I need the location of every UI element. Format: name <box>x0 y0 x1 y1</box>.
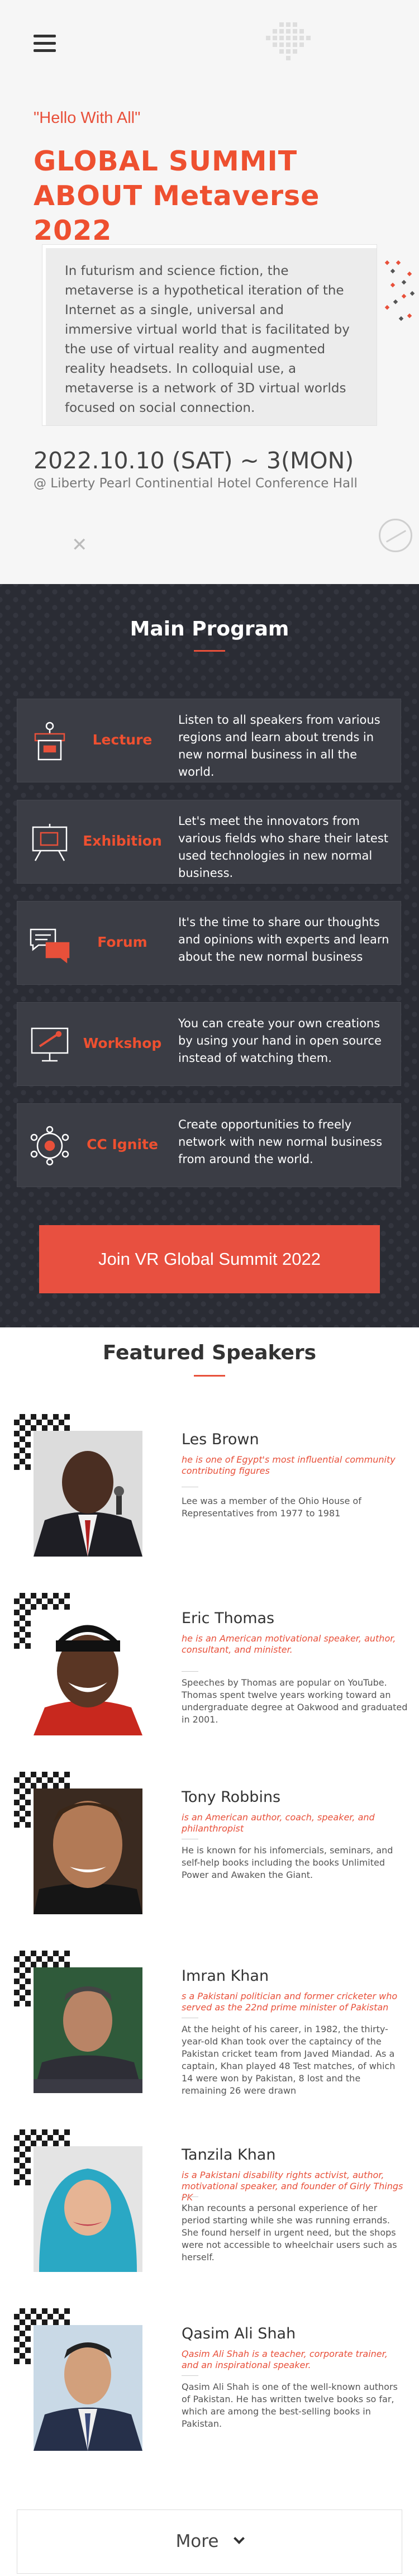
page-title: GLOBAL SUMMIT ABOUT Metaverse 2022 <box>34 145 320 246</box>
intro-text: In futurism and science fiction, the met… <box>42 244 377 426</box>
speaker-card[interactable]: Eric Thomas he is an American motivation… <box>0 1593 419 1761</box>
speaker-card[interactable]: Les Brown he is one of Egypt's most infl… <box>0 1414 419 1582</box>
network-icon <box>30 1126 69 1166</box>
speaker-bio: Khan recounts a personal experience of h… <box>182 2203 397 2262</box>
program-card-workshop[interactable]: Workshop You can create your own creatio… <box>17 1002 401 1086</box>
speaker-role: is an American author, coach, speaker, a… <box>182 1812 375 1834</box>
program-card-exhibition[interactable]: Exhibition Let's meet the innovators fro… <box>17 800 401 884</box>
speaker-role: s a Pakistani politician and former cric… <box>182 1991 398 2013</box>
program-label: Lecture <box>92 732 153 748</box>
speaker-role: Qasim Ali Shah is a teacher, corporate t… <box>182 2349 388 2370</box>
speaker-role: he is one of Egypt's most influential co… <box>182 1454 396 1476</box>
main-program-section: Main Program Lecture Listen to all speak… <box>0 584 419 1327</box>
menu-icon[interactable] <box>34 34 56 54</box>
speaker-photo <box>34 1610 142 1735</box>
greeting-text: "Hello With All" <box>34 109 141 127</box>
speaker-name: Tony Robbins <box>182 1789 281 1806</box>
chat-bubbles-icon <box>30 928 70 964</box>
section-heading: Featured Speakers <box>102 1341 317 1364</box>
speaker-photo <box>34 1431 142 1557</box>
easel-icon <box>32 824 68 861</box>
program-label: Workshop <box>83 1035 162 1051</box>
speaker-name: Les Brown <box>182 1431 259 1448</box>
join-summit-button[interactable]: Join VR Global Summit 2022 <box>39 1225 380 1293</box>
program-description: Let's meet the innovators from various f… <box>178 814 389 880</box>
speaker-bio: Speeches by Thomas are popular on YouTub… <box>182 1677 408 1725</box>
more-button[interactable]: More <box>17 2509 402 2574</box>
speaker-role: he is an American motivational speaker, … <box>182 1633 396 1655</box>
lectern-icon <box>34 722 65 761</box>
speaker-card[interactable]: Qasim Ali Shah Qasim Ali Shah is a teach… <box>0 2308 419 2476</box>
decorative-cross-icon: ✕ <box>72 534 88 556</box>
speaker-name: Eric Thomas <box>182 1610 275 1627</box>
program-card-lecture[interactable]: Lecture Listen to all speakers from vari… <box>17 699 401 782</box>
speaker-photo <box>34 2146 142 2272</box>
event-date: 2022.10.10 (SAT) ~ 3(MON) <box>34 447 354 474</box>
speaker-name: Imran Khan <box>182 1967 269 1985</box>
heading-underline <box>194 1375 225 1377</box>
speaker-name: Qasim Ali Shah <box>182 2325 296 2342</box>
program-description: It's the time to share our thoughts and … <box>178 915 389 964</box>
program-label: CC Ignite <box>87 1136 158 1152</box>
program-label: Forum <box>97 934 147 950</box>
decorative-dots <box>384 260 415 321</box>
heading-underline <box>194 650 225 652</box>
decorative-circle-icon <box>379 519 412 552</box>
program-card-forum[interactable]: Forum It's the time to share our thought… <box>17 901 401 985</box>
divider <box>182 2375 198 2376</box>
program-card-cc-ignite[interactable]: CC Ignite Create opportunities to freely… <box>17 1103 401 1187</box>
speaker-bio: Lee was a member of the Ohio House of Re… <box>182 1496 361 1519</box>
speaker-bio: At the height of his career, in 1982, th… <box>182 2024 396 2096</box>
speaker-name: Tanzila Khan <box>182 2146 276 2164</box>
divider <box>182 1671 198 1672</box>
speaker-role: is a Pakistani disability rights activis… <box>182 2170 403 2203</box>
whiteboard-icon <box>31 1027 69 1062</box>
speaker-card[interactable]: Tony Robbins is an American author, coac… <box>0 1772 419 1939</box>
speaker-bio: Qasim Ali Shah is one of the well-known … <box>182 2382 398 2429</box>
decorative-pattern <box>266 22 311 60</box>
program-description: Listen to all speakers from various regi… <box>178 713 380 779</box>
featured-speakers-section: Featured Speakers Les Brown he is one of… <box>0 1327 419 2576</box>
speaker-photo <box>34 2325 142 2451</box>
speaker-photo <box>34 1967 142 2093</box>
speaker-card[interactable]: Tanzila Khan is a Pakistani disability r… <box>0 2129 419 2297</box>
chevron-down-icon <box>234 2533 245 2544</box>
program-label: Exhibition <box>83 833 162 849</box>
program-description: You can create your own creations by usi… <box>178 1017 382 1065</box>
speaker-bio: He is known for his infomercials, semina… <box>182 1845 393 1880</box>
speaker-photo <box>34 1789 142 1914</box>
program-description: Create opportunities to freely network w… <box>178 1118 383 1166</box>
event-venue: @ Liberty Pearl Continential Hotel Confe… <box>34 476 358 491</box>
section-heading: Main Program <box>130 618 289 641</box>
more-label: More <box>175 2531 219 2551</box>
hero-section: "Hello With All" GLOBAL SUMMIT ABOUT Met… <box>0 0 419 584</box>
speaker-card[interactable]: Imran Khan s a Pakistani politician and … <box>0 1951 419 2118</box>
